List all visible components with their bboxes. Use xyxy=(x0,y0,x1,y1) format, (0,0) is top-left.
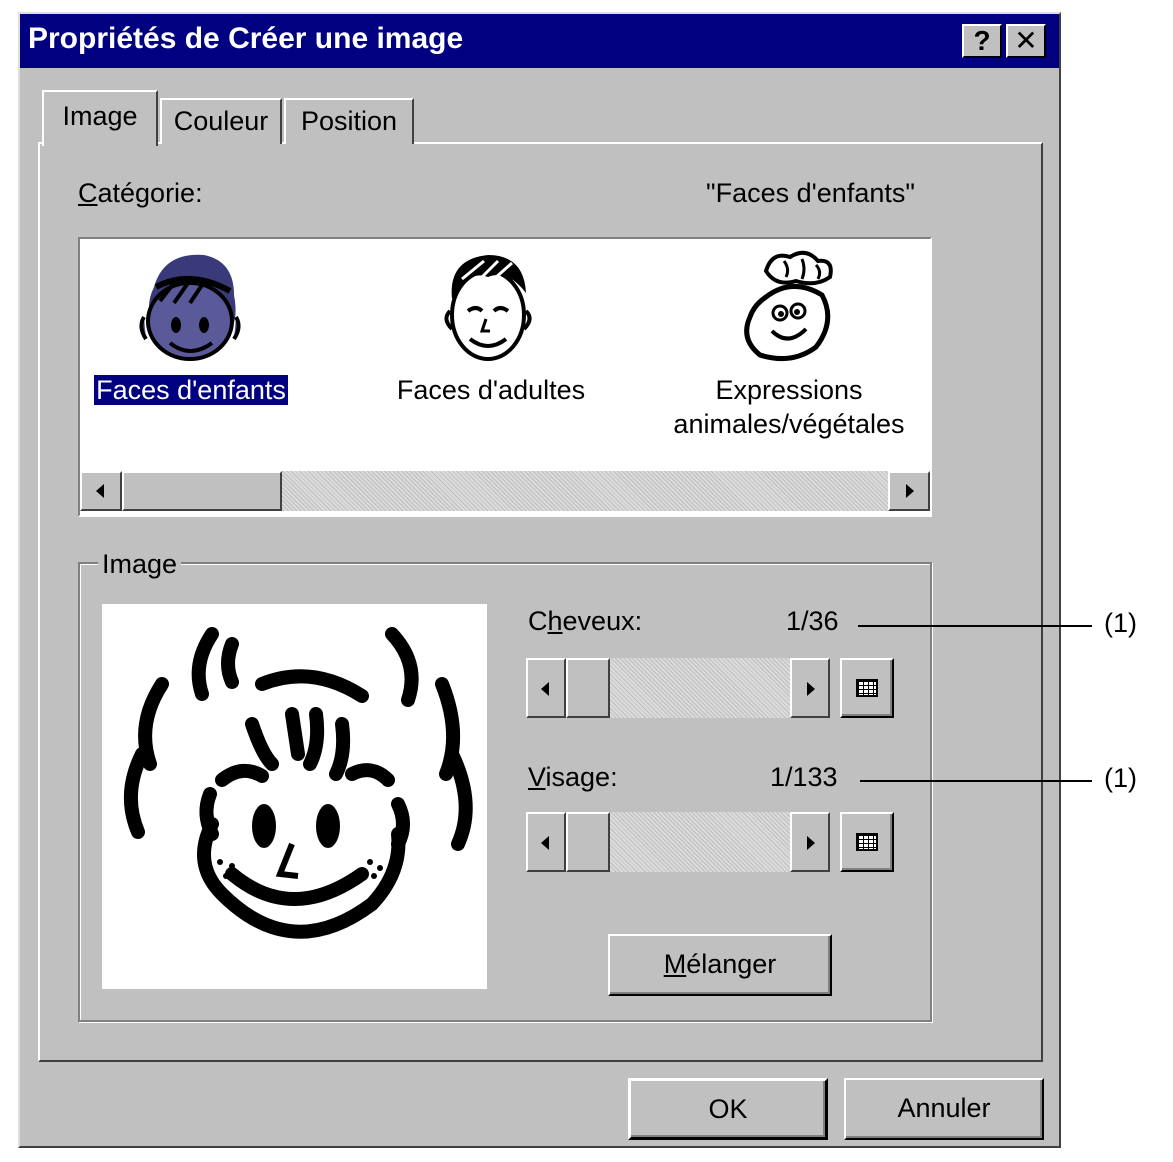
hair-value: 1/36 xyxy=(786,606,839,636)
face-label: Visage: xyxy=(528,762,618,792)
arrow-left-icon xyxy=(541,836,549,850)
scroll-thumb[interactable] xyxy=(122,471,282,511)
cancel-button[interactable]: Annuler xyxy=(844,1078,1044,1140)
arrow-right-icon xyxy=(906,484,914,498)
ok-button[interactable]: OK xyxy=(628,1078,828,1140)
arrow-right-icon xyxy=(807,836,815,850)
face-callout-line xyxy=(860,780,1092,782)
category-value: "Faces d'enfants" xyxy=(706,178,915,208)
grid-icon xyxy=(856,833,878,851)
category-item-label: Faces d'enfants xyxy=(94,375,288,405)
hair-scroll-thumb[interactable] xyxy=(566,658,610,718)
dialog-window: Propriétés de Créer une image ? ✕ Image … xyxy=(18,12,1061,1148)
arrow-left-icon xyxy=(96,484,104,498)
category-item-label: Faces d'adultes xyxy=(396,375,586,405)
hair-callout: (1) xyxy=(1104,608,1137,638)
hair-scroll-right-button[interactable] xyxy=(790,658,830,718)
category-item-label-line2: animales/végétales xyxy=(673,409,905,439)
hair-grid-button[interactable] xyxy=(840,658,894,718)
scroll-left-button[interactable] xyxy=(80,471,122,511)
image-group-legend: Image xyxy=(98,549,182,580)
arrow-left-icon xyxy=(541,682,549,696)
face-scroll-left-button[interactable] xyxy=(526,812,566,872)
child-face-preview-icon xyxy=(123,627,473,939)
category-scrollbar[interactable] xyxy=(80,471,930,511)
hair-scrollbar[interactable] xyxy=(526,658,830,718)
category-item-faces-enfants[interactable]: Faces d'enfants xyxy=(86,243,296,413)
help-button[interactable]: ? xyxy=(962,24,1002,58)
vegetable-face-icon xyxy=(744,250,833,362)
face-preview xyxy=(102,604,487,989)
scroll-right-button[interactable] xyxy=(888,471,930,511)
category-item-faces-adultes[interactable]: Faces d'adultes xyxy=(376,243,606,413)
arrow-right-icon xyxy=(807,682,815,696)
face-scrollbar[interactable] xyxy=(526,812,830,872)
face-value: 1/133 xyxy=(770,762,838,792)
tab-image[interactable]: Image xyxy=(42,90,158,146)
category-label: Catégorie: xyxy=(78,178,203,208)
tab-position[interactable]: Position xyxy=(284,98,414,144)
hair-callout-line xyxy=(858,625,1092,627)
child-face-icon xyxy=(139,254,241,361)
window-title: Propriétés de Créer une image xyxy=(28,22,464,55)
category-list[interactable]: Faces d'enfants Faces d'adultes Expressi… xyxy=(78,237,932,517)
grid-icon xyxy=(856,679,878,697)
adult-face-icon xyxy=(444,255,532,361)
close-button[interactable]: ✕ xyxy=(1006,24,1046,58)
category-item-label-line1: Expressions xyxy=(715,375,863,405)
shuffle-button[interactable]: Mélanger xyxy=(608,934,832,996)
face-scroll-right-button[interactable] xyxy=(790,812,830,872)
hair-scroll-left-button[interactable] xyxy=(526,658,566,718)
face-scroll-thumb[interactable] xyxy=(566,812,610,872)
category-item-expressions[interactable]: Expressions animales/végétales xyxy=(654,243,924,453)
face-grid-button[interactable] xyxy=(840,812,894,872)
title-bar[interactable]: Propriétés de Créer une image ? ✕ xyxy=(20,14,1059,68)
face-callout: (1) xyxy=(1104,763,1137,793)
tab-couleur[interactable]: Couleur xyxy=(160,98,282,144)
hair-label: Cheveux: xyxy=(528,606,643,636)
